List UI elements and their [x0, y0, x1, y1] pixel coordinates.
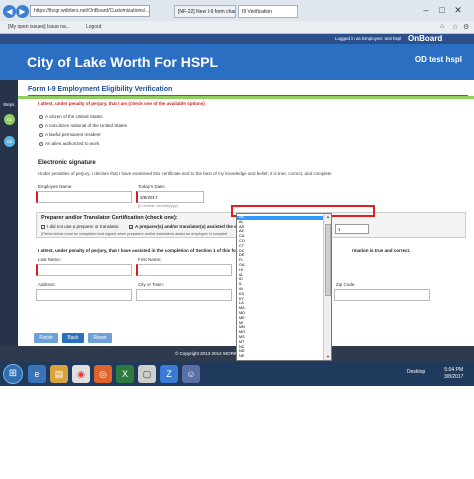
favorites-star-icon[interactable]: ☆	[452, 23, 458, 31]
bookmark-logout[interactable]: Logout	[86, 22, 101, 32]
zip-input[interactable]	[334, 289, 430, 301]
signature-heading: Electronic signature	[38, 160, 96, 166]
scroll-up-icon[interactable]: ▲	[325, 214, 331, 220]
copyright-text: © Copyright 2013-2014 WORKTI	[175, 351, 241, 356]
app-topbar: Logged in as Employee: test hspl OnBoard	[0, 34, 474, 44]
clock-time: 5:04 PM	[444, 367, 464, 373]
signature-text: Under penalties of perjury, I declare th…	[38, 171, 332, 176]
todays-date-label: Today's Date:	[138, 184, 166, 189]
radio-citizen[interactable]: A citizen of the United States	[39, 114, 103, 119]
zip-label: Zip Code:	[336, 282, 356, 287]
todays-date-input[interactable]: 3/8/2017	[136, 191, 204, 203]
address-input[interactable]	[36, 289, 132, 301]
clock: 5:04 PM 3/8/2017	[444, 367, 463, 381]
forward-nav-icon[interactable]: ▶	[16, 5, 29, 18]
reset-button[interactable]: Reset	[88, 333, 112, 343]
attest-prompt: I attest, under penalty of perjury, that…	[38, 101, 205, 106]
tab-i9-verification[interactable]: I9 Verification	[238, 5, 298, 18]
scroll-down-icon[interactable]: ▼	[325, 354, 331, 360]
address-row: ◀ ▶ https://lhcgr.wdtrlers.net/OnBoard/C…	[0, 4, 474, 20]
firefox-taskbar-icon[interactable]: ◎	[94, 365, 112, 383]
bookmarks-bar: [My open issues] Issue na... Logout ⌂ ☆ …	[0, 21, 474, 33]
back-nav-icon[interactable]: ◀	[3, 5, 16, 18]
z-app-taskbar-icon[interactable]: Z	[160, 365, 178, 383]
preparer-attest: I attest, under penalty of perjury, that…	[38, 248, 242, 253]
preparer-attest-end: rmation is true and correct.	[352, 248, 411, 253]
finish-button[interactable]: Finish	[34, 333, 58, 343]
address-label: Address:	[38, 282, 56, 287]
explorer-taskbar-icon[interactable]: ▤	[50, 365, 68, 383]
people-taskbar-icon[interactable]: ☺	[182, 365, 200, 383]
preparer-heading: Preparer and/or Translator Certification…	[41, 215, 178, 221]
date-hint: (In format: mm/dd/yyyy)	[138, 204, 178, 208]
checkbox-no-preparer[interactable]: I did not use a preparer or translator.	[41, 224, 120, 229]
first-name-label: First Name:	[138, 257, 162, 262]
org-title: City of Lake Worth For HSPL	[27, 54, 219, 70]
home-icon[interactable]: ⌂	[440, 23, 444, 30]
start-button[interactable]: ⊞	[3, 364, 23, 384]
radio-permanent-resident[interactable]: A lawful permanent resident	[39, 132, 101, 137]
checkbox-used-preparer[interactable]: A preparer(s) and/or translator(s) assis…	[129, 224, 237, 229]
progress-bar	[18, 96, 474, 99]
scroll-thumb[interactable]	[325, 224, 331, 296]
city-input[interactable]	[136, 289, 232, 301]
windows-taskbar: ⊞ e ▤ ◉ ◎ X ▢ Z ☺ Desktop 5:04 PM 3/8/20…	[0, 362, 474, 386]
first-name-input[interactable]	[136, 264, 232, 276]
state-dropdown-list[interactable]: ▲ ▼ AK AL AR AZ CA CO CT DC DE FL GA HI IA ID IL IN KS KY…	[236, 213, 332, 361]
browser-chrome: ◀ ▶ https://lhcgr.wdtrlers.net/OnBoard/C…	[0, 0, 474, 34]
dropdown-scrollbar[interactable]: ▲ ▼	[323, 214, 331, 360]
steps-sidebar: Steps 01 02	[0, 80, 18, 346]
desktop-label[interactable]: Desktop	[407, 369, 425, 375]
tab-nf22[interactable]: [NF-22] New I-9 form changes ...	[174, 5, 236, 18]
preparer-note: (Fields below must be completed and sign…	[41, 232, 227, 236]
state-option[interactable]: NE	[239, 354, 244, 359]
steps-label: Steps	[3, 102, 15, 107]
preparer-select[interactable]: 1	[335, 224, 369, 234]
employee-name-input[interactable]	[36, 191, 132, 203]
close-icon[interactable]: ✕	[452, 4, 464, 16]
city-label: City or Town:	[138, 282, 164, 287]
chrome-taskbar-icon[interactable]: ◉	[72, 365, 90, 383]
section-title: Form I-9 Employment Eligibility Verifica…	[28, 86, 468, 96]
radio-alien-authorized[interactable]: An alien authorized to work	[39, 141, 99, 146]
user-name: OD test hspl	[414, 55, 462, 64]
app-banner: City of Lake Worth For HSPL OD test hspl	[0, 44, 474, 80]
minimize-icon[interactable]: –	[420, 4, 432, 16]
state-option[interactable]: AK	[237, 215, 323, 220]
step-01[interactable]: 01	[4, 114, 15, 125]
ie-taskbar-icon[interactable]: e	[28, 365, 46, 383]
bookmark-open-issues[interactable]: [My open issues] Issue na...	[8, 22, 70, 32]
logged-in-label: Logged in as Employee: test hspl	[335, 36, 402, 41]
settings-gear-icon[interactable]: ⚙	[463, 23, 469, 31]
employee-name-label: Employee Name:	[38, 184, 73, 189]
files-taskbar-icon[interactable]: ▢	[138, 365, 156, 383]
clock-date: 3/8/2017	[444, 374, 464, 380]
radio-noncitizen-national[interactable]: A noncitizen national of the United Stat…	[39, 123, 127, 128]
back-button[interactable]: Back	[62, 333, 84, 343]
excel-taskbar-icon[interactable]: X	[116, 365, 134, 383]
address-bar[interactable]: https://lhcgr.wdtrlers.net/OnBoard/Custo…	[30, 5, 150, 17]
last-name-input[interactable]	[36, 264, 132, 276]
onboard-logo: OnBoard	[408, 34, 443, 43]
step-02[interactable]: 02	[4, 136, 15, 147]
maximize-icon[interactable]: □	[436, 4, 448, 16]
last-name-label: Last Name:	[38, 257, 62, 262]
